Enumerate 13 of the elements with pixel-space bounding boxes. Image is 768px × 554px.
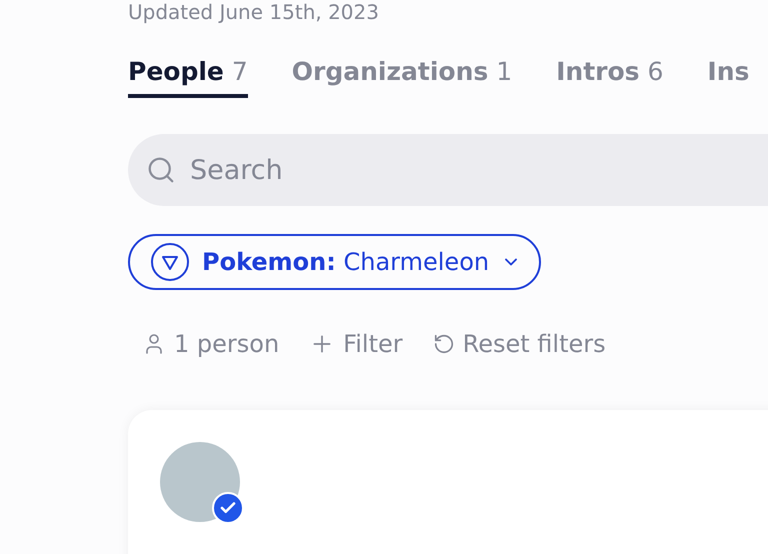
tab[interactable]: Intros 6 [556,54,664,98]
filter-icon [150,242,190,282]
tab[interactable]: Organizations 1 [292,54,512,98]
people-count: 1 person [142,326,280,362]
search-field[interactable]: Search [128,134,768,206]
add-filter-button[interactable]: Filter [309,326,403,362]
filter-chip[interactable]: Pokemon: Charmeleon [128,234,542,290]
search-icon [146,155,176,185]
tab[interactable]: Ins [707,54,750,98]
updated-date: Updated June 15th, 2023 [128,0,380,24]
reset-icon [432,333,455,355]
tab[interactable]: People 7 [128,54,248,98]
reset-filters-button[interactable]: Reset filters [432,326,606,362]
